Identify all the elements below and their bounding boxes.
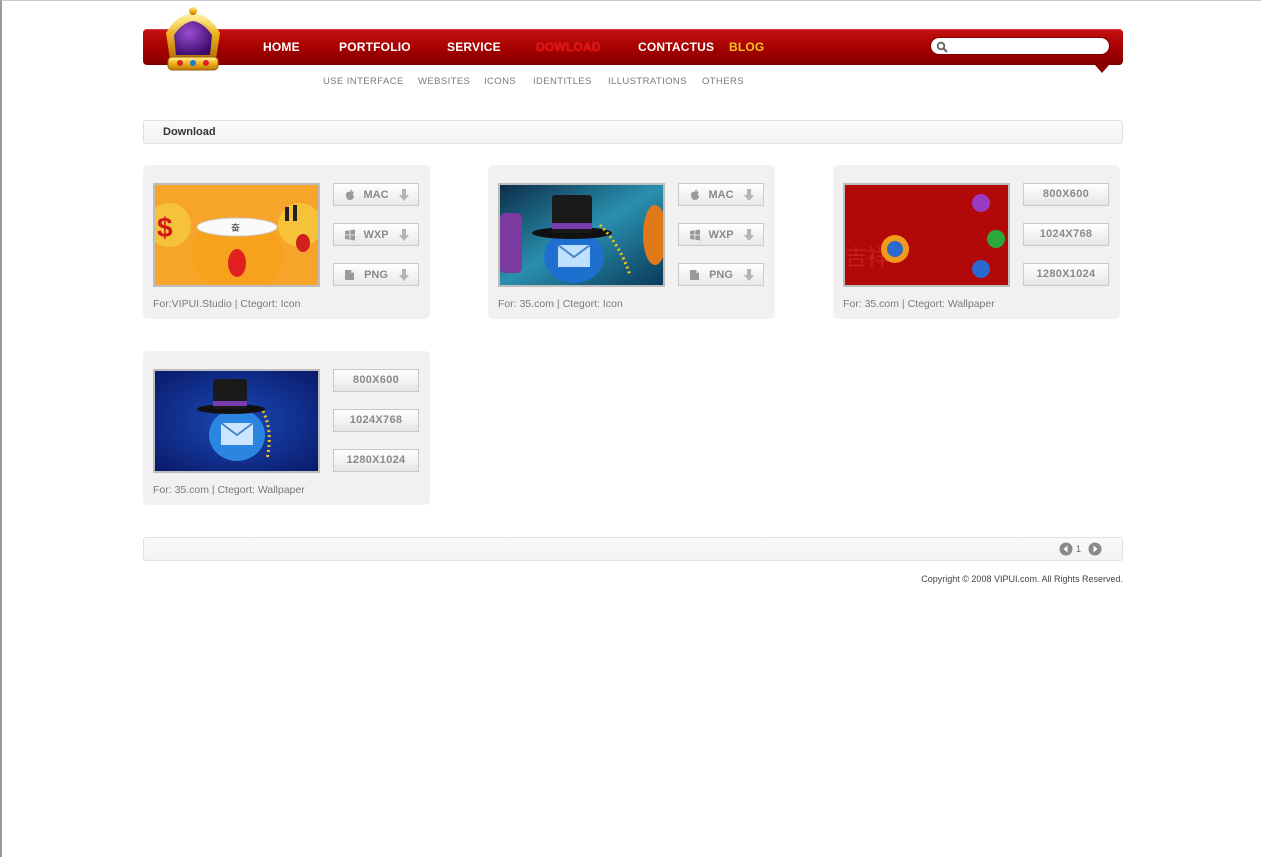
resolution-1280x1024-button[interactable]: 1280X1024	[333, 449, 419, 472]
download-wxp-button[interactable]: WXP	[678, 223, 764, 246]
download-card: $ 奋 MAC WXP PNG For:VIPUI.Studio | Ctego…	[143, 165, 430, 319]
card-thumbnail[interactable]: 吉祥	[843, 183, 1010, 287]
card-caption: For: 35.com | Ctegort: Wallpaper	[843, 298, 995, 310]
blue-wallpaper-thumbnail-image	[155, 371, 318, 471]
subnav-websites[interactable]: WEBSITES	[418, 76, 470, 87]
nav-contactus[interactable]: CONTACTUS	[638, 40, 714, 54]
card-caption: For: 35.com | Ctegort: Icon	[498, 298, 623, 310]
breadcrumb: Download	[143, 120, 1123, 144]
subnav-others[interactable]: OTHERS	[702, 76, 744, 87]
nav-notch-decoration	[1095, 65, 1109, 73]
nav-download[interactable]: DOWLOAD	[536, 40, 601, 54]
subnav-identitles[interactable]: IDENTITLES	[533, 76, 592, 87]
card-thumbnail[interactable]	[498, 183, 665, 287]
subnav-illustrations[interactable]: ILLUSTRATIONS	[608, 76, 687, 87]
crown-logo-icon[interactable]	[160, 7, 226, 75]
magic-mail-thumbnail-image	[500, 185, 663, 285]
resolution-800x600-button[interactable]: 800X600	[333, 369, 419, 392]
nav-blog[interactable]: BLOG	[729, 40, 764, 54]
subnav-icons[interactable]: ICONS	[484, 76, 516, 87]
next-page-icon[interactable]	[1088, 542, 1102, 556]
search-icon[interactable]	[936, 41, 948, 53]
download-wxp-button[interactable]: WXP	[333, 223, 419, 246]
card-thumbnail[interactable]	[153, 369, 320, 473]
download-arrow-icon	[744, 229, 754, 241]
nav-service[interactable]: SERVICE	[447, 40, 501, 54]
card-thumbnail[interactable]: $ 奋	[153, 183, 320, 287]
download-mac-button[interactable]: MAC	[678, 183, 764, 206]
footer-copyright: Copyright © 2008 VIPUI.com. All Rights R…	[921, 574, 1123, 584]
resolution-1024x768-button[interactable]: 1024X768	[1023, 223, 1109, 246]
page-title: Download	[163, 126, 216, 138]
resolution-800x600-button[interactable]: 800X600	[1023, 183, 1109, 206]
download-arrow-icon	[744, 269, 754, 281]
subnav-use-interface[interactable]: USE INTERFACE	[323, 76, 404, 87]
prev-page-icon[interactable]	[1059, 542, 1073, 556]
download-arrow-icon	[744, 189, 754, 201]
wallpaper-card: 吉祥 800X600 1024X768 1280X1024 For: 35.co…	[833, 165, 1120, 319]
card-caption: For:VIPUI.Studio | Ctegort: Icon	[153, 298, 301, 310]
download-arrow-icon	[399, 269, 409, 281]
resolution-1280x1024-button[interactable]: 1280X1024	[1023, 263, 1109, 286]
download-mac-button[interactable]: MAC	[333, 183, 419, 206]
current-page-number[interactable]: 1	[1076, 544, 1081, 554]
card-caption: For: 35.com | Ctegort: Wallpaper	[153, 484, 305, 496]
search-box[interactable]	[930, 37, 1110, 55]
download-card: MAC WXP PNG For: 35.com | Ctegort: Icon	[488, 165, 775, 319]
download-png-button[interactable]: PNG	[333, 263, 419, 286]
svg-text:$: $	[157, 212, 173, 243]
svg-text:奋: 奋	[231, 222, 240, 233]
wallpaper-card: 800X600 1024X768 1280X1024 For: 35.com |…	[143, 351, 430, 505]
resolution-1024x768-button[interactable]: 1024X768	[333, 409, 419, 432]
download-arrow-icon	[399, 229, 409, 241]
nav-portfolio[interactable]: PORTFOLIO	[339, 40, 411, 54]
download-png-button[interactable]: PNG	[678, 263, 764, 286]
emoticon-thumbnail-image: $ 奋	[155, 185, 318, 285]
search-input[interactable]	[951, 39, 1105, 55]
red-wallpaper-thumbnail-image: 吉祥	[845, 185, 1008, 285]
pagination-bar: 1	[143, 537, 1123, 561]
download-arrow-icon	[399, 189, 409, 201]
nav-home[interactable]: HOME	[263, 40, 300, 54]
